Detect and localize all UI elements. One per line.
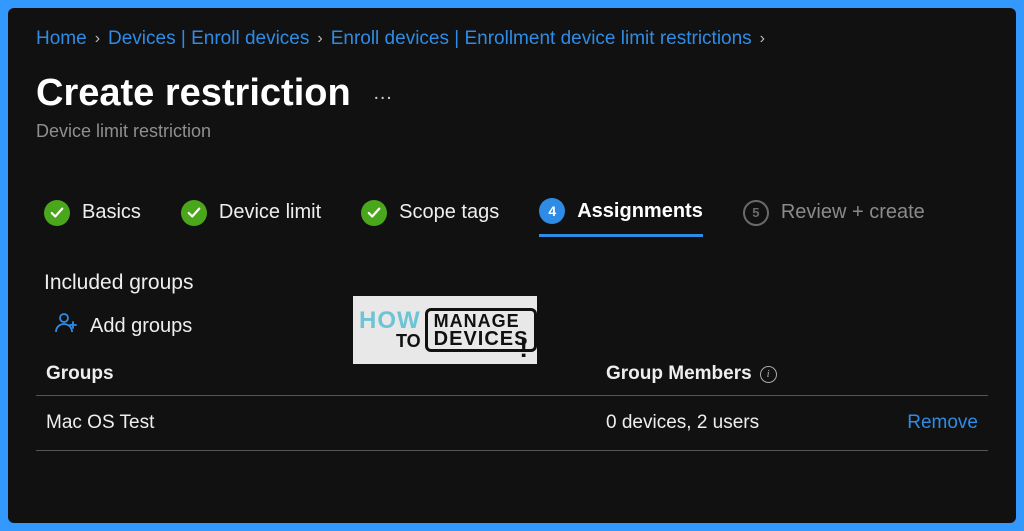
step-number-icon: 5 xyxy=(743,200,769,226)
step-device-limit[interactable]: Device limit xyxy=(181,200,321,236)
step-review-create[interactable]: 5 Review + create xyxy=(743,200,925,236)
create-restriction-panel: Home › Devices | Enroll devices › Enroll… xyxy=(8,8,1016,523)
cell-group-name: Mac OS Test xyxy=(46,412,606,434)
watermark-to: TO xyxy=(359,333,421,350)
add-groups-label: Add groups xyxy=(90,315,192,338)
watermark-devices: DEVICES xyxy=(434,330,529,349)
watermark-exclaim: ! xyxy=(519,333,528,364)
step-label: Device limit xyxy=(219,201,321,224)
check-icon xyxy=(44,200,70,226)
cell-group-members: 0 devices, 2 users Remove xyxy=(606,412,978,434)
step-basics[interactable]: Basics xyxy=(44,200,141,236)
step-number-icon: 4 xyxy=(539,198,565,224)
breadcrumb-devices[interactable]: Devices | Enroll devices xyxy=(108,28,309,50)
info-icon[interactable]: i xyxy=(760,366,777,383)
chevron-right-icon: › xyxy=(760,30,765,48)
breadcrumb-enrollment-restrictions[interactable]: Enroll devices | Enrollment device limit… xyxy=(331,28,752,50)
remove-link[interactable]: Remove xyxy=(907,412,978,434)
breadcrumb: Home › Devices | Enroll devices › Enroll… xyxy=(36,28,988,50)
watermark-how: HOW xyxy=(359,310,421,333)
step-label: Basics xyxy=(82,201,141,224)
page-subtitle: Device limit restriction xyxy=(36,121,988,142)
check-icon xyxy=(361,200,387,226)
check-icon xyxy=(181,200,207,226)
more-actions-button[interactable]: … xyxy=(373,82,395,105)
chevron-right-icon: › xyxy=(95,30,100,48)
person-add-icon xyxy=(54,311,78,341)
watermark-logo: HOW TO MANAGE DEVICES ! xyxy=(350,293,540,367)
breadcrumb-home[interactable]: Home xyxy=(36,28,87,50)
step-scope-tags[interactable]: Scope tags xyxy=(361,200,499,236)
step-label: Assignments xyxy=(577,200,703,223)
column-members: Group Members i xyxy=(606,363,978,385)
title-row: Create restriction … xyxy=(36,72,988,115)
table-header: Groups Group Members i xyxy=(36,363,988,396)
step-label: Scope tags xyxy=(399,201,499,224)
column-members-label: Group Members xyxy=(606,363,752,385)
included-groups-title: Included groups xyxy=(36,271,988,295)
wizard-steps: Basics Device limit Scope tags 4 Assignm… xyxy=(36,198,988,237)
step-assignments[interactable]: 4 Assignments xyxy=(539,198,703,237)
step-label: Review + create xyxy=(781,201,925,224)
chevron-right-icon: › xyxy=(317,30,322,48)
table-row: Mac OS Test 0 devices, 2 users Remove xyxy=(36,396,988,451)
page-title: Create restriction xyxy=(36,72,351,115)
cell-members-text: 0 devices, 2 users xyxy=(606,412,759,434)
